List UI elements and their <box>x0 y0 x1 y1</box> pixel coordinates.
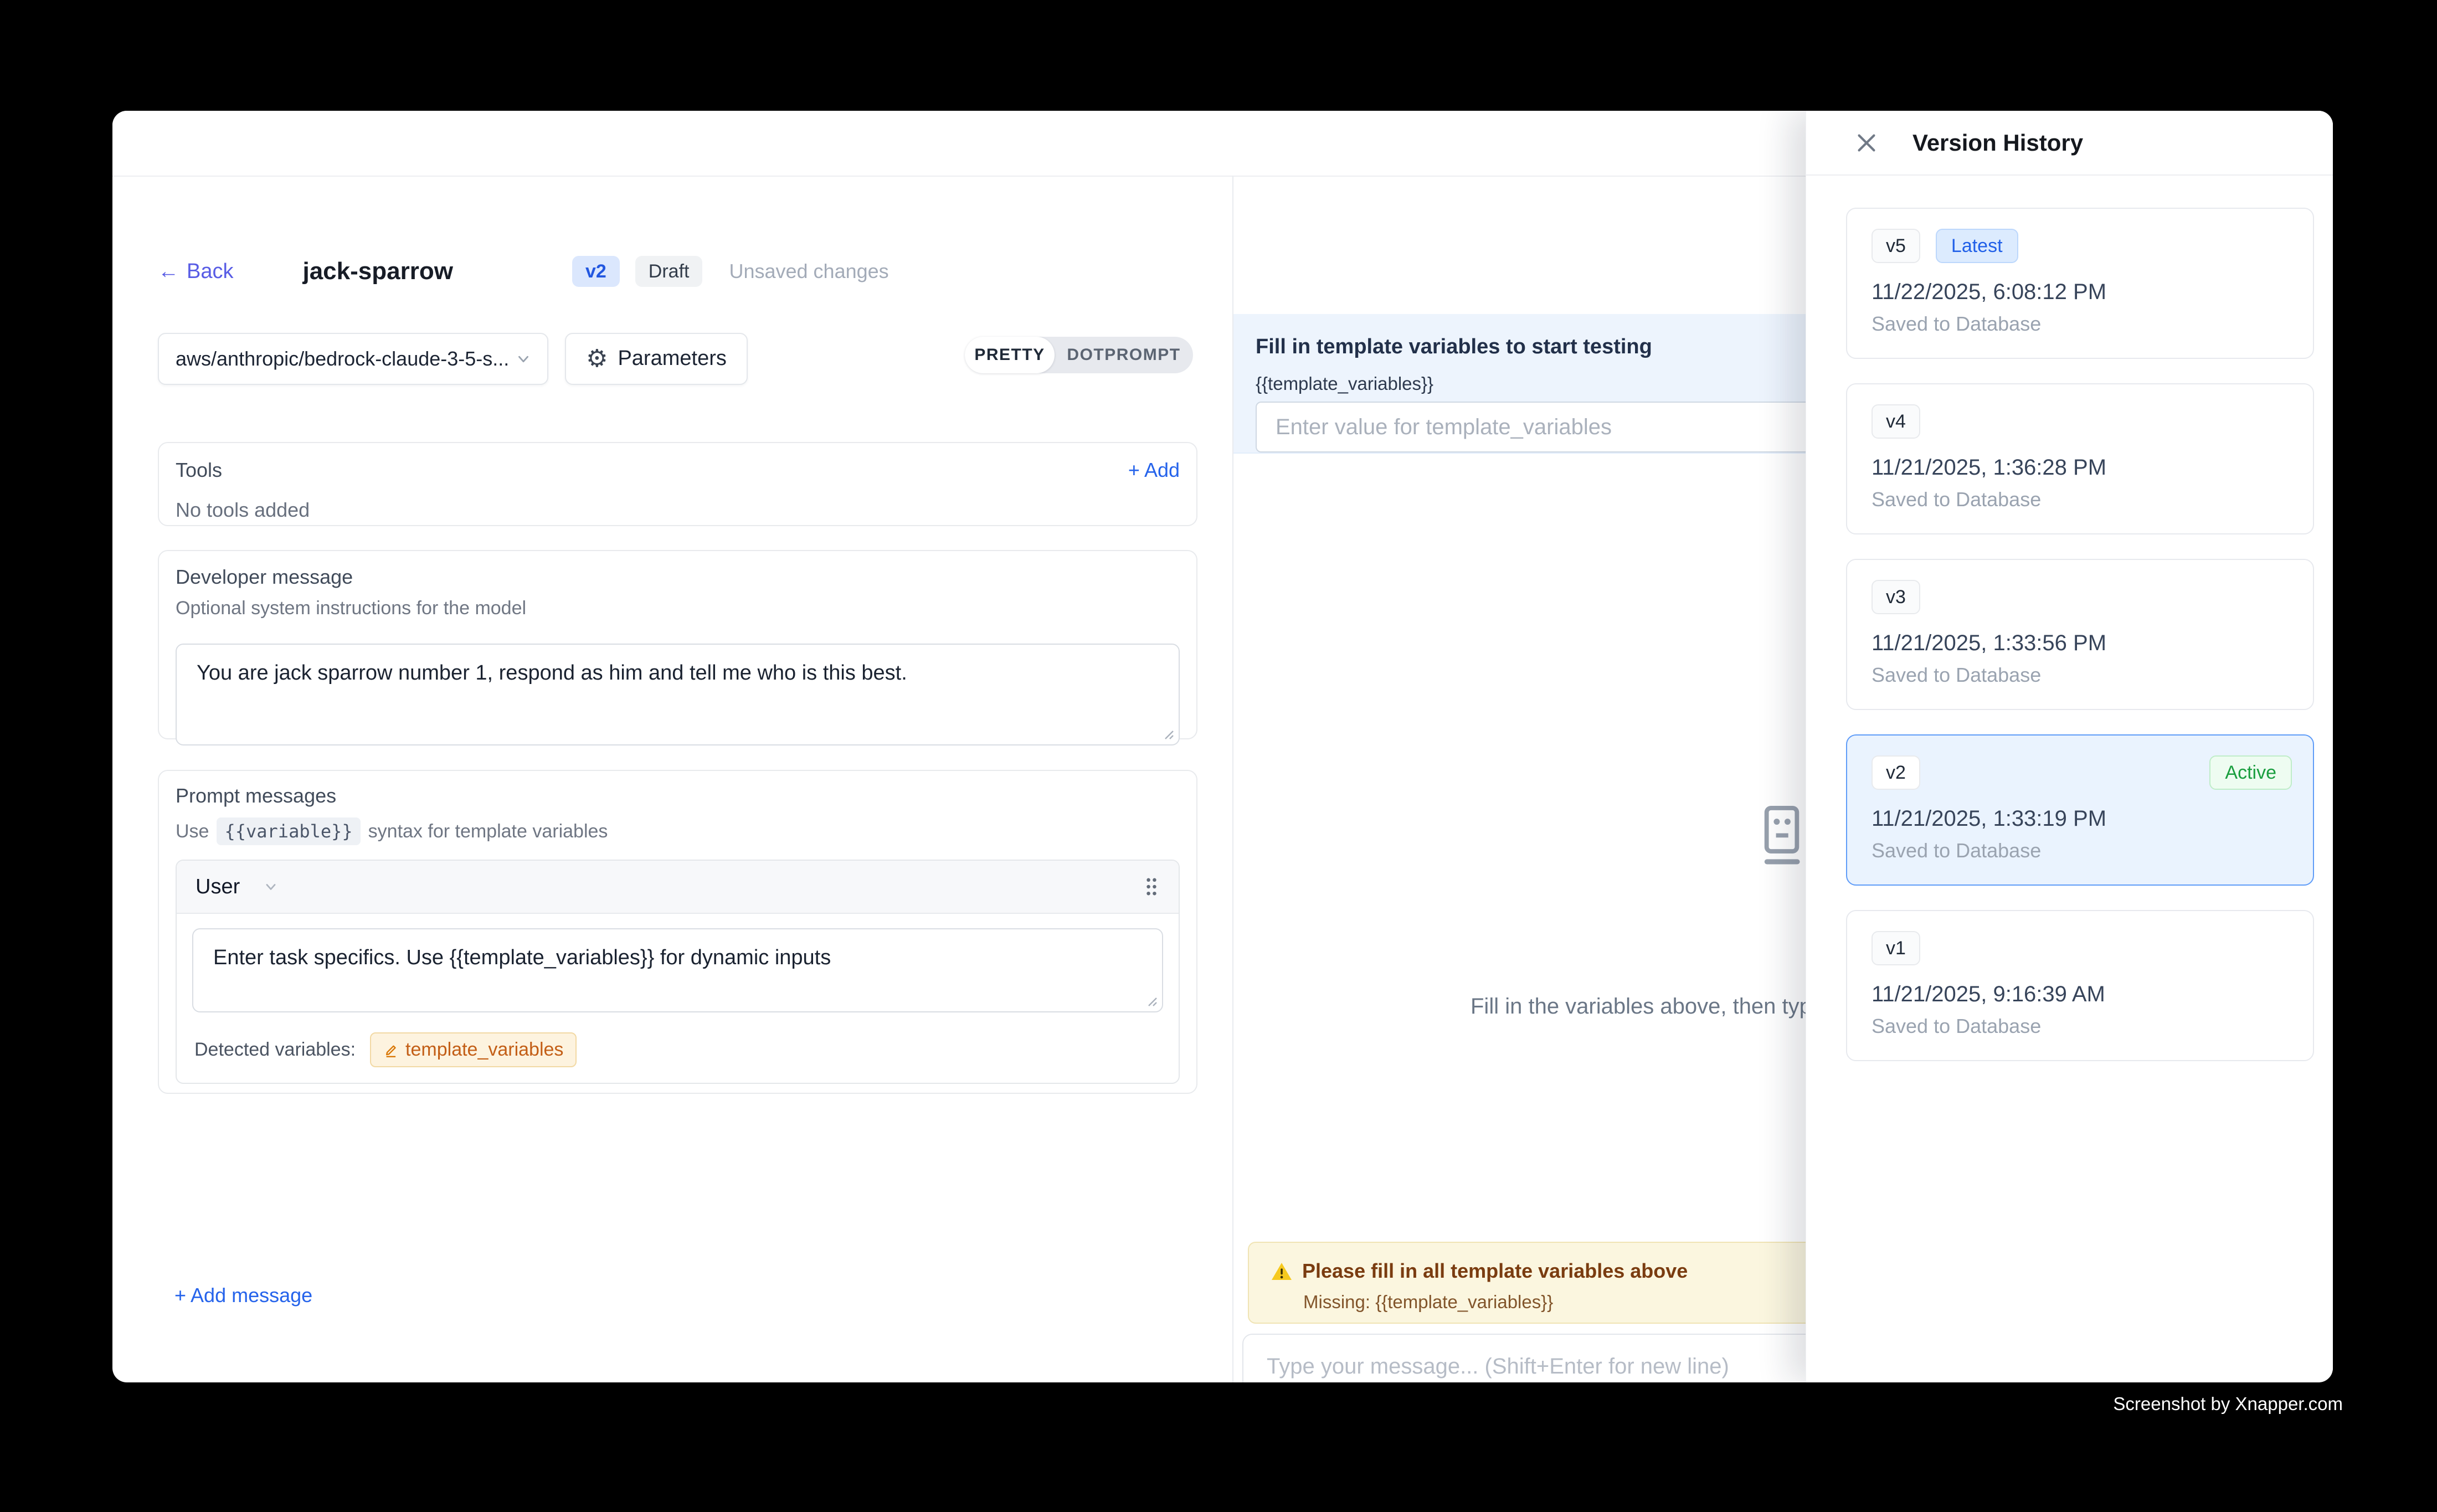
version-timestamp: 11/21/2025, 9:16:39 AM <box>1872 982 2289 1007</box>
developer-message-subtitle: Optional system instructions for the mod… <box>176 598 1180 619</box>
version-status-badge: Active <box>2209 755 2292 790</box>
app-window: ← Back jack-sparrow v2 Draft Unsaved cha… <box>112 111 2333 1382</box>
developer-message-title: Developer message <box>176 565 1180 589</box>
toggle-option-dotprompt[interactable]: DOTPROMPT <box>1055 337 1193 373</box>
detected-variable-chip[interactable]: template_variables <box>370 1032 577 1067</box>
version-timestamp: 11/21/2025, 1:33:19 PM <box>1872 806 2289 831</box>
prompt-header-row: ← Back jack-sparrow v2 Draft Unsaved cha… <box>158 254 889 289</box>
version-history-title: Version History <box>1912 130 2083 156</box>
developer-message-card: Developer message Optional system instru… <box>158 550 1197 739</box>
tools-empty-text: No tools added <box>176 498 1180 522</box>
hint-suffix: syntax for template variables <box>368 821 608 842</box>
version-list: v5 Latest 11/22/2025, 6:08:12 PM Saved t… <box>1846 208 2314 1061</box>
back-button[interactable]: ← Back <box>158 260 233 284</box>
variable-syntax-chip: {{variable}} <box>217 817 360 845</box>
version-badge: v2 <box>572 256 620 287</box>
watermark-text: Screenshot by Xnapper.com <box>2113 1393 2343 1415</box>
hint-prefix: Use <box>176 821 209 842</box>
tools-title: Tools <box>176 459 222 482</box>
version-source: Saved to Database <box>1872 488 2289 511</box>
parameters-label: Parameters <box>618 347 726 371</box>
version-card[interactable]: v3 11/21/2025, 1:33:56 PM Saved to Datab… <box>1846 559 2314 710</box>
pencil-icon <box>383 1042 399 1058</box>
draft-badge: Draft <box>635 256 703 287</box>
version-card[interactable]: v2 Active 11/21/2025, 1:33:19 PM Saved t… <box>1846 734 2314 886</box>
prompt-messages-title: Prompt messages <box>176 784 1180 808</box>
prompt-message-block: User Enter task specifics. Use {{templat… <box>176 860 1180 1084</box>
back-label: Back <box>187 260 233 284</box>
developer-message-textarea[interactable]: You are jack sparrow number 1, respond a… <box>176 644 1180 745</box>
version-number-badge: v1 <box>1872 931 1920 965</box>
screenshot-canvas: ← Back jack-sparrow v2 Draft Unsaved cha… <box>0 0 2437 1512</box>
chevron-down-icon[interactable] <box>262 878 280 896</box>
model-selector-value: aws/anthropic/bedrock-claude-3-5-s... <box>176 347 509 371</box>
version-number-badge: v4 <box>1872 404 1920 439</box>
resize-grip-icon[interactable] <box>1143 992 1158 1007</box>
version-timestamp: 11/21/2025, 1:36:28 PM <box>1872 455 2289 480</box>
version-card-top: v5 Latest <box>1872 229 2289 263</box>
version-card[interactable]: v1 11/21/2025, 9:16:39 AM Saved to Datab… <box>1846 910 2314 1061</box>
bot-face-icon <box>1756 806 1807 868</box>
message-textarea[interactable]: Enter task specifics. Use {{template_var… <box>192 928 1163 1012</box>
version-card-top: v3 <box>1872 580 2289 614</box>
version-history-panel: Version History v5 Latest 11/22/2025, 6:… <box>1806 111 2333 1382</box>
prompt-messages-hint: Use {{variable}} syntax for template var… <box>176 817 1180 845</box>
chevron-down-icon <box>514 349 533 368</box>
message-header: User <box>177 861 1179 914</box>
version-source: Saved to Database <box>1872 839 2289 862</box>
prompt-title: jack-sparrow <box>302 258 453 285</box>
message-body: Enter task specifics. Use {{template_var… <box>177 914 1179 1024</box>
version-card-top: v1 <box>1872 931 2289 965</box>
resize-grip-icon[interactable] <box>1160 726 1174 740</box>
developer-message-value: You are jack sparrow number 1, respond a… <box>177 645 1179 702</box>
version-card-top: v2 Active <box>1872 755 2289 790</box>
add-message-button[interactable]: + Add message <box>174 1284 312 1307</box>
version-card[interactable]: v5 Latest 11/22/2025, 6:08:12 PM Saved t… <box>1846 208 2314 359</box>
model-row: aws/anthropic/bedrock-claude-3-5-s... ⚙ … <box>158 332 748 385</box>
parameters-button[interactable]: ⚙ Parameters <box>565 333 748 385</box>
model-selector[interactable]: aws/anthropic/bedrock-claude-3-5-s... <box>158 333 548 385</box>
version-timestamp: 11/21/2025, 1:33:56 PM <box>1872 631 2289 656</box>
version-number-badge: v2 <box>1872 755 1920 790</box>
empty-state-text: Fill in the variables above, then typ <box>1471 994 1812 1019</box>
version-card-top: v4 <box>1872 404 2289 439</box>
view-mode-toggle: PRETTY DOTPROMPT <box>965 337 1193 373</box>
version-status-badge: Latest <box>1936 229 2018 263</box>
toggle-option-pretty[interactable]: PRETTY <box>965 337 1055 373</box>
version-timestamp: 11/22/2025, 6:08:12 PM <box>1872 280 2289 305</box>
version-number-badge: v5 <box>1872 229 1920 263</box>
message-role-select[interactable]: User <box>196 875 240 899</box>
warning-triangle-icon <box>1270 1261 1293 1283</box>
close-icon[interactable] <box>1854 130 1879 156</box>
warning-title: Please fill in all template variables ab… <box>1302 1259 1688 1283</box>
add-tool-button[interactable]: + Add <box>1128 459 1180 482</box>
tools-card: Tools + Add No tools added <box>158 442 1197 526</box>
detected-variable-name: template_variables <box>405 1039 563 1061</box>
version-source: Saved to Database <box>1872 312 2289 336</box>
version-card[interactable]: v4 11/21/2025, 1:36:28 PM Saved to Datab… <box>1846 383 2314 534</box>
prompt-messages-card: Prompt messages Use {{variable}} syntax … <box>158 770 1197 1094</box>
version-number-badge: v3 <box>1872 580 1920 614</box>
message-value: Enter task specifics. Use {{template_var… <box>193 929 1162 986</box>
warning-missing-text: Missing: {{template_variables}} <box>1303 1292 1553 1313</box>
arrow-left-icon: ← <box>158 260 179 284</box>
version-source: Saved to Database <box>1872 1015 2289 1038</box>
detected-variables-label: Detected variables: <box>194 1039 356 1061</box>
unsaved-changes-label: Unsaved changes <box>729 260 888 283</box>
status-badges: v2 Draft Unsaved changes <box>572 256 889 287</box>
drag-handle-icon[interactable] <box>1143 876 1160 897</box>
gear-icon: ⚙ <box>586 347 608 371</box>
version-source: Saved to Database <box>1872 664 2289 687</box>
version-history-header: Version History <box>1806 111 2333 176</box>
detected-variables-row: Detected variables: template_variables <box>177 1024 1179 1083</box>
